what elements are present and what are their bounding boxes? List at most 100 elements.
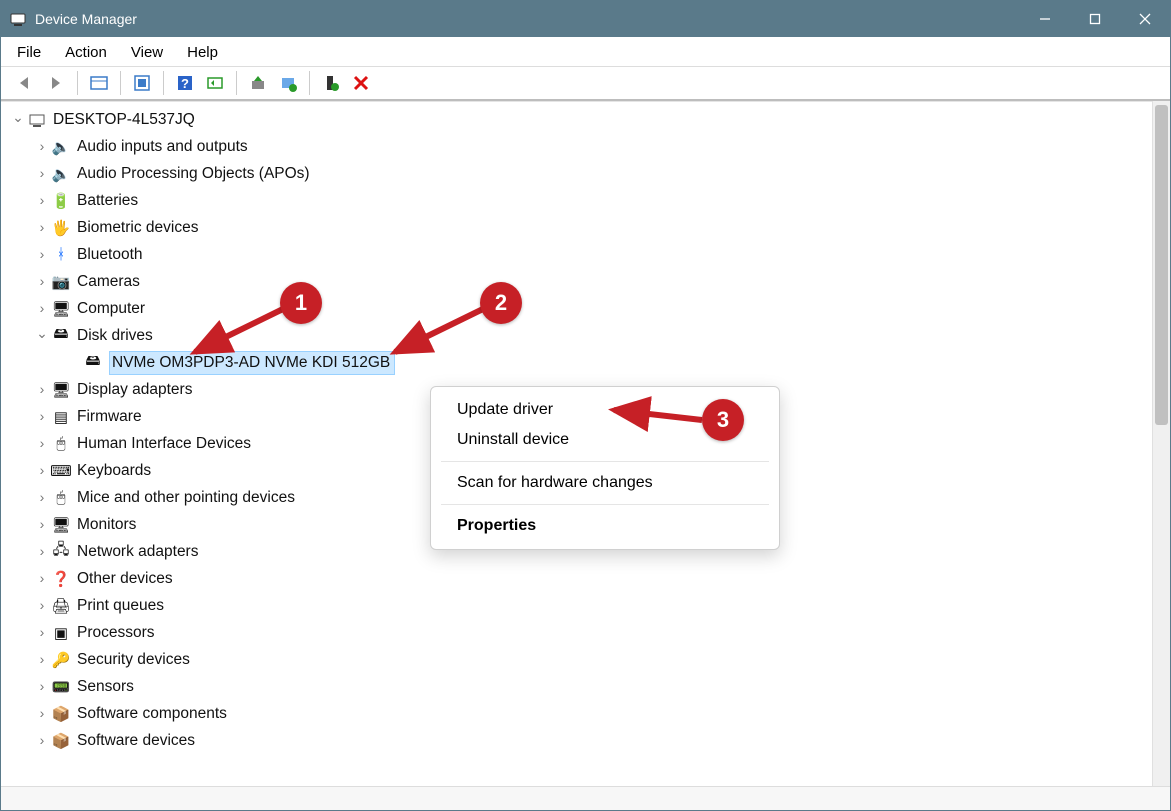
category-icon: 🔈	[51, 137, 71, 157]
expand-arrow-icon[interactable]	[33, 463, 51, 479]
category-icon	[27, 110, 47, 130]
expand-arrow-icon[interactable]	[33, 247, 51, 263]
tree-device[interactable]: 🖴NVMe OM3PDP3-AD NVMe KDI 512GB	[7, 349, 1146, 376]
properties-icon[interactable]	[129, 70, 155, 96]
category-icon: 🖱	[51, 434, 71, 454]
expand-arrow-icon[interactable]	[33, 679, 51, 695]
category-icon: ❓	[51, 569, 71, 589]
tree-category[interactable]: 🖐Biometric devices	[7, 214, 1146, 241]
tree-category[interactable]: 🔑Security devices	[7, 646, 1146, 673]
category-icon: ▣	[51, 623, 71, 643]
tree-category[interactable]: 🖥Computer	[7, 295, 1146, 322]
tree-category[interactable]: 📦Software devices	[7, 727, 1146, 754]
tree-category[interactable]: 🔋Batteries	[7, 187, 1146, 214]
tree-category[interactable]: ▣ Processors	[7, 619, 1146, 646]
vertical-scrollbar[interactable]	[1152, 101, 1170, 786]
category-icon: 🖥	[51, 380, 71, 400]
menu-file[interactable]: File	[5, 39, 53, 66]
uninstall-device-icon[interactable]	[275, 70, 301, 96]
app-icon	[9, 10, 27, 28]
expand-arrow-icon[interactable]	[33, 733, 51, 749]
expand-arrow-icon[interactable]	[33, 706, 51, 722]
tree-item-label: Software components	[77, 705, 227, 723]
disable-device-icon[interactable]	[348, 70, 374, 96]
tree-category[interactable]: 📦Software components	[7, 700, 1146, 727]
expand-arrow-icon[interactable]	[33, 139, 51, 155]
tree-root[interactable]: DESKTOP-4L537JQ	[7, 106, 1146, 133]
expand-arrow-icon[interactable]	[33, 517, 51, 533]
expand-arrow-icon[interactable]	[33, 327, 51, 344]
tree-item-label: Display adapters	[77, 381, 192, 399]
category-icon: 🖴	[83, 353, 103, 373]
statusbar	[1, 786, 1170, 810]
category-icon: 🖴	[51, 326, 71, 346]
expand-arrow-icon[interactable]	[33, 166, 51, 182]
tree-item-label: DESKTOP-4L537JQ	[53, 111, 195, 129]
tree-category[interactable]: 📟 Sensors	[7, 673, 1146, 700]
expand-arrow-icon[interactable]	[33, 274, 51, 290]
annotation-badge-1: 1	[280, 282, 322, 324]
tree-item-label: Network adapters	[77, 543, 198, 561]
titlebar[interactable]: Device Manager	[1, 1, 1170, 37]
category-icon: 🔈	[51, 164, 71, 184]
tree-category[interactable]: ᚼ Bluetooth	[7, 241, 1146, 268]
expand-arrow-icon[interactable]	[33, 652, 51, 668]
expand-arrow-icon[interactable]	[33, 571, 51, 587]
category-icon: 📟	[51, 677, 71, 697]
expand-arrow-icon[interactable]	[33, 382, 51, 398]
show-hidden-icon[interactable]	[86, 70, 112, 96]
tree-category[interactable]: 🔈Audio Processing Objects (APOs)	[7, 160, 1146, 187]
tree-item-label: Mice and other pointing devices	[77, 489, 295, 507]
expand-arrow-icon[interactable]	[33, 301, 51, 317]
minimize-button[interactable]	[1020, 1, 1070, 37]
tree-category[interactable]: 🖴Disk drives	[7, 322, 1146, 349]
tree-item-label: Sensors	[77, 678, 134, 696]
category-icon: 🔑	[51, 650, 71, 670]
tree-item-label: Bluetooth	[77, 246, 143, 264]
category-icon: ᚼ	[51, 245, 71, 265]
tree-category[interactable]: 📷Cameras	[7, 268, 1146, 295]
tree-item-label: Processors	[77, 624, 155, 642]
expand-arrow-icon[interactable]	[33, 490, 51, 506]
update-driver-icon[interactable]	[245, 70, 271, 96]
enable-device-icon[interactable]	[318, 70, 344, 96]
tree-item-label: Human Interface Devices	[77, 435, 251, 453]
forward-button[interactable]	[43, 70, 69, 96]
scrollbar-thumb[interactable]	[1155, 105, 1168, 425]
tree-item-label: Monitors	[77, 516, 136, 534]
tree-category[interactable]: ❓Other devices	[7, 565, 1146, 592]
back-button[interactable]	[13, 70, 39, 96]
menu-action[interactable]: Action	[53, 39, 119, 66]
expand-arrow-icon[interactable]	[33, 625, 51, 641]
window-title: Device Manager	[35, 11, 1020, 27]
expand-arrow-icon[interactable]	[33, 193, 51, 209]
toolbar: ?	[1, 67, 1170, 101]
category-icon: 📦	[51, 731, 71, 751]
expand-arrow-icon[interactable]	[9, 111, 27, 128]
tree-item-label: Audio inputs and outputs	[77, 138, 248, 156]
tree-item-label: Batteries	[77, 192, 138, 210]
maximize-button[interactable]	[1070, 1, 1120, 37]
expand-arrow-icon[interactable]	[33, 544, 51, 560]
svg-text:?: ?	[181, 76, 189, 91]
ctx-separator	[441, 461, 769, 462]
ctx-properties[interactable]: Properties	[431, 511, 779, 541]
category-icon: 📷	[51, 272, 71, 292]
ctx-separator	[441, 504, 769, 505]
expand-arrow-icon[interactable]	[33, 598, 51, 614]
menu-view[interactable]: View	[119, 39, 175, 66]
category-icon: 🖱	[51, 488, 71, 508]
expand-arrow-icon[interactable]	[33, 220, 51, 236]
category-icon: ⌨	[51, 461, 71, 481]
ctx-scan-hardware[interactable]: Scan for hardware changes	[431, 468, 779, 498]
expand-arrow-icon[interactable]	[33, 436, 51, 452]
expand-arrow-icon[interactable]	[33, 409, 51, 425]
tree-category[interactable]: 🖨Print queues	[7, 592, 1146, 619]
category-icon: 🖥	[51, 515, 71, 535]
tree-category[interactable]: 🔈 Audio inputs and outputs	[7, 133, 1146, 160]
menu-help[interactable]: Help	[175, 39, 230, 66]
close-button[interactable]	[1120, 1, 1170, 37]
annotation-badge-2: 2	[480, 282, 522, 324]
help-icon[interactable]: ?	[172, 70, 198, 96]
scan-icon[interactable]	[202, 70, 228, 96]
